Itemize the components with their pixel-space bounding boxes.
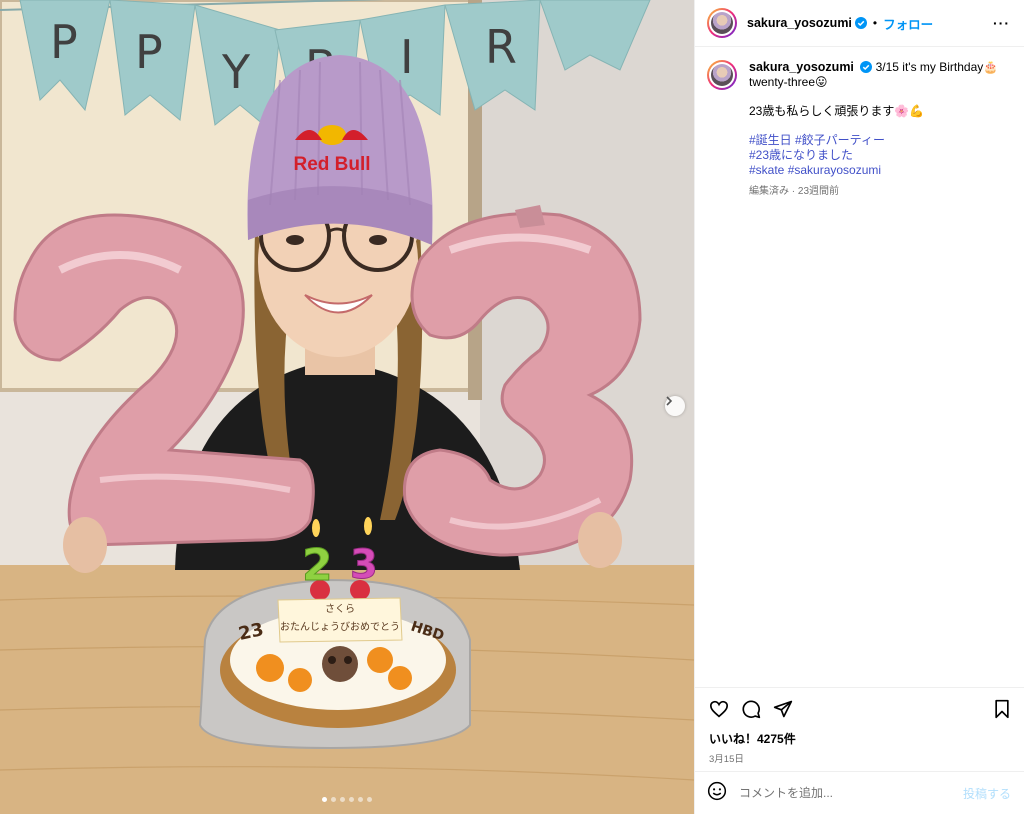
carousel-dot <box>322 797 327 802</box>
post-sidebar: sakura_yosozumi • フォロー ··· sakura_yosozu… <box>694 0 1024 814</box>
avatar[interactable] <box>707 8 737 38</box>
like-count[interactable]: いいね！4275件 <box>709 730 1011 747</box>
cake-plaque-message: おたんじょうびおめでとう <box>280 621 400 633</box>
hashtag-line[interactable]: #23歳になりました <box>749 148 998 163</box>
post-date[interactable]: 3月15日 <box>709 751 1011 765</box>
caption-meta: 編集済み · 23週間前 <box>749 186 840 197</box>
heart-icon <box>709 700 729 718</box>
emoji-button[interactable] <box>707 781 727 806</box>
emoji-icon <box>707 781 727 800</box>
candle-right: 3 <box>350 542 378 588</box>
caption-text-line: 23歳も私らしく頑張ります🌸💪 <box>749 104 925 118</box>
comment-button[interactable] <box>741 699 761 719</box>
banner-letter: P <box>135 25 163 79</box>
post-header: sakura_yosozumi • フォロー ··· <box>695 0 1024 47</box>
verified-badge-icon <box>860 61 873 73</box>
bookmark-icon <box>995 699 1009 719</box>
carousel-dot <box>349 797 354 802</box>
caption-body: sakura_yosozumi 3/15 it's my Birthday🎂 t… <box>749 60 998 199</box>
carousel-indicator <box>0 797 694 802</box>
header-separator: • <box>872 16 878 30</box>
share-button[interactable] <box>773 699 793 719</box>
carousel-dot <box>358 797 363 802</box>
caption-text-line: twenty-three😛 <box>749 75 828 89</box>
beanie-logo-text: Red Bull <box>293 154 370 175</box>
post-comment-button[interactable]: 投稿する <box>963 785 1011 802</box>
comment-icon <box>742 700 761 719</box>
caption: sakura_yosozumi 3/15 it's my Birthday🎂 t… <box>695 47 1024 199</box>
post-actions: いいね！4275件 3月15日 <box>695 687 1024 765</box>
save-button[interactable] <box>993 699 1011 719</box>
caption-text-line: 3/15 it's my Birthday🎂 <box>875 60 999 74</box>
post-photo[interactable]: P P Y B I R <box>0 0 694 814</box>
banner-letter: I <box>400 30 414 84</box>
verified-badge-icon <box>854 17 867 29</box>
banner-letter: Y <box>221 45 251 99</box>
banner-letter: P <box>50 15 78 69</box>
follow-button[interactable]: フォロー <box>883 14 933 33</box>
carousel-dot <box>367 797 372 802</box>
like-button[interactable] <box>709 700 729 718</box>
carousel-dot <box>331 797 336 802</box>
more-options-button[interactable]: ··· <box>993 15 1010 31</box>
candle-left: 2 <box>302 540 333 591</box>
birthday-photo: P P Y B I R <box>0 0 694 814</box>
caption-author-username[interactable]: sakura_yosozumi <box>749 60 854 74</box>
carousel-dot <box>340 797 345 802</box>
cake-plaque-name: さくら <box>325 603 355 615</box>
chevron-right-icon <box>666 396 673 406</box>
carousel-next-button[interactable] <box>665 396 685 416</box>
hashtag-line[interactable]: #誕生日 #餃子パーティー <box>749 133 998 148</box>
send-icon <box>773 700 793 718</box>
comment-input[interactable] <box>739 786 963 800</box>
comment-bar: 投稿する <box>695 771 1024 814</box>
banner-letter: R <box>485 20 517 74</box>
avatar[interactable] <box>707 60 737 90</box>
hashtag-line[interactable]: #skate #sakurayosozumi <box>749 163 998 178</box>
post-author-username[interactable]: sakura_yosozumi <box>747 16 852 30</box>
